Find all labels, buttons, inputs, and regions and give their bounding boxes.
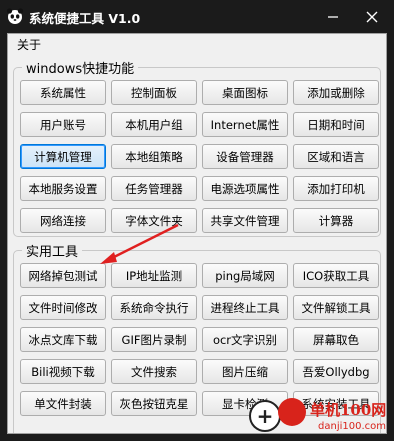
windows-button-10[interactable]: 本地组策略 [111, 144, 197, 169]
windows-button-20[interactable]: 计算器 [293, 208, 379, 233]
windows-button-3[interactable]: 桌面图标 [202, 80, 288, 105]
tools-button-18[interactable]: 灰色按钮克星 [111, 391, 197, 416]
watermark: + 单机100网 danji100.com [240, 396, 394, 441]
windows-button-6[interactable]: 本机用户组 [111, 112, 197, 137]
add-icon: + [249, 400, 281, 432]
windows-button-7[interactable]: Internet属性 [202, 112, 288, 137]
windows-button-13[interactable]: 本地服务设置 [20, 176, 106, 201]
windows-button-15[interactable]: 电源选项属性 [202, 176, 288, 201]
windows-button-18[interactable]: 字体文件夹 [111, 208, 197, 233]
windows-button-16[interactable]: 添加打印机 [293, 176, 379, 201]
tools-button-13[interactable]: Bili视频下载 [20, 359, 106, 384]
windows-button-1[interactable]: 系统属性 [20, 80, 106, 105]
client-area: 关于 windows快捷功能 系统属性 控制面板 桌面图标 添加或删除用户账号 本机用户… [7, 33, 387, 434]
windows-button-14[interactable]: 任务管理器 [111, 176, 197, 201]
windows-button-17[interactable]: 网络连接 [20, 208, 106, 233]
watermark-url: danji100.com [318, 421, 386, 432]
windows-button-5[interactable]: 用户账号 [20, 112, 106, 137]
app-window: 系统便捷工具 V1.0 关于 windows快捷功能 系统属性 控制面板 桌面图标添… [0, 0, 394, 441]
tools-button-8[interactable]: 文件解锁工具 [293, 295, 379, 320]
tools-button-4[interactable]: ICO获取工具 [293, 263, 379, 288]
windows-button-8[interactable]: 日期和时间 [293, 112, 379, 137]
menu-about[interactable]: 关于 [15, 36, 43, 53]
windows-button-11[interactable]: 设备管理器 [202, 144, 288, 169]
windows-button-19[interactable]: 共享文件管理 [202, 208, 288, 233]
tools-button-3[interactable]: ping局域网 [202, 263, 288, 288]
utility-tools-legend: 实用工具 [22, 241, 83, 260]
close-button[interactable] [352, 0, 392, 33]
site-logo-icon [278, 398, 306, 426]
windows-button-9[interactable]: 计算机管理 [20, 144, 106, 169]
tools-button-2[interactable]: IP地址监测 [111, 263, 197, 288]
tools-button-16[interactable]: 吾爱Ollydbg [293, 359, 379, 384]
menu-bar: 关于 [8, 34, 386, 53]
windows-shortcuts-legend: windows快捷功能 [22, 58, 139, 77]
minimize-button[interactable] [313, 0, 353, 33]
tools-button-14[interactable]: 文件搜索 [111, 359, 197, 384]
tools-button-17[interactable]: 单文件封装 [20, 391, 106, 416]
tools-button-15[interactable]: 图片压缩 [202, 359, 288, 384]
panda-icon [6, 8, 24, 24]
title-bar[interactable]: 系统便捷工具 V1.0 [0, 0, 394, 33]
close-icon [366, 11, 378, 22]
watermark-text: 单机100网 [310, 401, 387, 419]
tools-button-6[interactable]: 系统命令执行 [111, 295, 197, 320]
tools-button-9[interactable]: 冰点文库下载 [20, 327, 106, 352]
windows-shortcuts-group: windows快捷功能 系统属性 控制面板 桌面图标 添加或删除用户账号 本机用户组 In… [13, 58, 381, 237]
tools-button-5[interactable]: 文件时间修改 [20, 295, 106, 320]
tools-button-10[interactable]: GIF图片录制 [111, 327, 197, 352]
tools-button-11[interactable]: ocr文字识别 [202, 327, 288, 352]
tools-button-1[interactable]: 网络掉包测试 [20, 263, 106, 288]
windows-button-2[interactable]: 控制面板 [111, 80, 197, 105]
window-title: 系统便捷工具 V1.0 [29, 11, 141, 26]
windows-button-12[interactable]: 区域和语言 [293, 144, 379, 169]
tools-button-12[interactable]: 屏幕取色 [293, 327, 379, 352]
windows-button-4[interactable]: 添加或删除 [293, 80, 379, 105]
minimize-icon [328, 15, 338, 18]
tools-button-7[interactable]: 进程终止工具 [202, 295, 288, 320]
